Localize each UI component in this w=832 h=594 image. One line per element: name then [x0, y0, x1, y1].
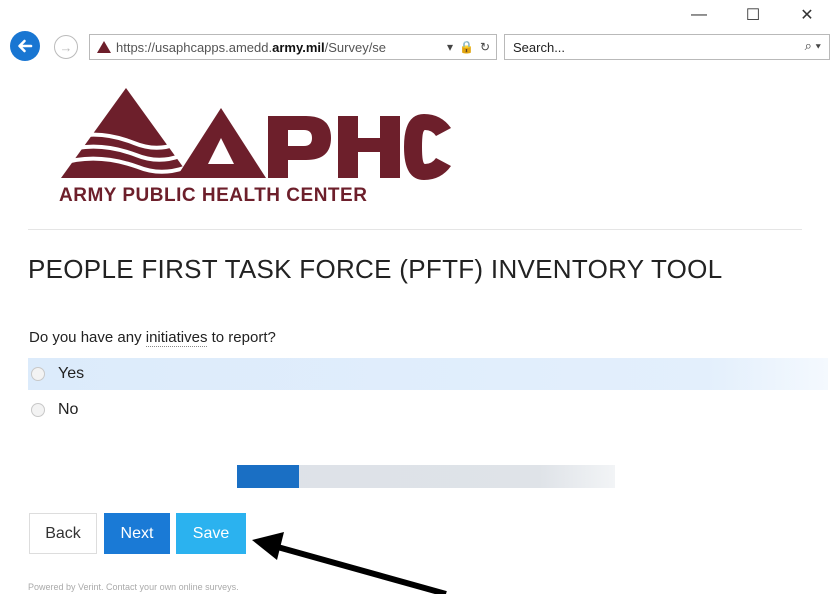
- browser-nav-bar: → https://usaphcapps.amedd.army.mil/Surv…: [0, 30, 832, 64]
- forward-arrow-icon: →: [59, 39, 73, 55]
- radio-yes[interactable]: [31, 367, 45, 381]
- address-bar[interactable]: https://usaphcapps.amedd.army.mil/Survey…: [89, 34, 497, 60]
- search-input[interactable]: Search... ⌕ ▾: [504, 34, 830, 60]
- address-url[interactable]: https://usaphcapps.amedd.army.mil/Survey…: [112, 40, 447, 55]
- back-arrow-icon: [18, 39, 33, 53]
- progress-bar: [237, 465, 615, 488]
- option-yes[interactable]: Yes: [28, 358, 828, 390]
- close-button[interactable]: ✕: [792, 4, 822, 26]
- page-title: PEOPLE FIRST TASK FORCE (PFTF) INVENTORY…: [28, 254, 723, 284]
- question-text: Do you have any initiatives to report?: [29, 329, 276, 347]
- back-button[interactable]: Back: [29, 513, 97, 554]
- radio-no[interactable]: [31, 403, 45, 417]
- minimize-button[interactable]: —: [684, 4, 714, 26]
- browser-forward-button[interactable]: →: [54, 35, 78, 59]
- option-no[interactable]: No: [28, 394, 828, 426]
- save-button[interactable]: Save: [176, 513, 246, 554]
- initiatives-term[interactable]: initiatives: [145, 329, 208, 347]
- maximize-button[interactable]: ☐: [738, 4, 768, 26]
- search-icon[interactable]: ⌕ ▾: [805, 38, 821, 54]
- next-button[interactable]: Next: [104, 513, 170, 554]
- lock-icon[interactable]: 🔒: [459, 40, 474, 54]
- refresh-icon[interactable]: ↻: [480, 40, 490, 54]
- search-placeholder: Search...: [513, 39, 566, 55]
- logo-subtitle: ARMY PUBLIC HEALTH CENTER: [59, 185, 368, 206]
- browser-back-button[interactable]: [10, 31, 40, 61]
- window-titlebar: — ☐ ✕: [0, 0, 832, 30]
- footer-text: Powered by Verint. Contact your own onli…: [28, 582, 239, 592]
- option-no-label: No: [58, 401, 79, 418]
- divider: [28, 229, 802, 230]
- progress-fill: [237, 465, 300, 488]
- site-logo-icon: [97, 41, 111, 53]
- option-yes-label: Yes: [58, 365, 85, 382]
- dropdown-icon[interactable]: ▾: [447, 40, 453, 54]
